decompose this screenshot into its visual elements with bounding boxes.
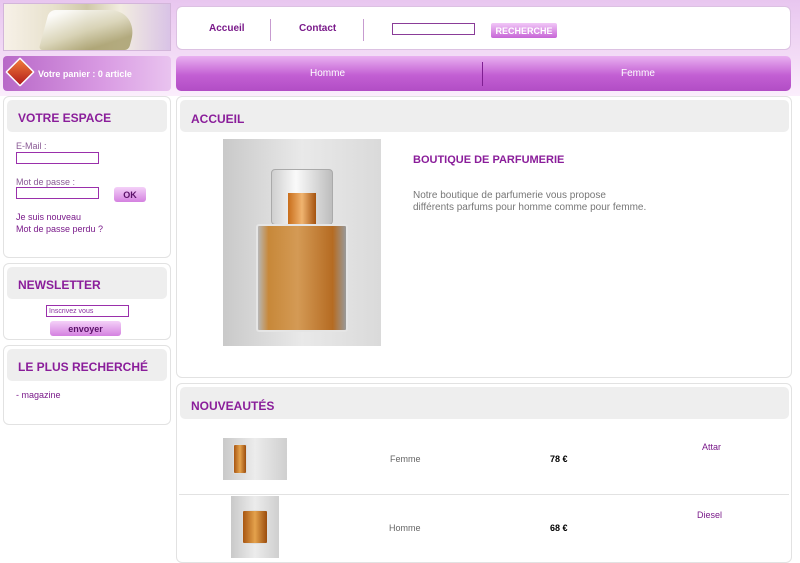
- new-items-title: NOUVEAUTÉS: [191, 399, 275, 413]
- login-ok-button[interactable]: OK: [114, 187, 146, 202]
- product-name-link[interactable]: Attar: [702, 442, 721, 452]
- newsletter-title: NEWSLETTER: [18, 278, 101, 292]
- cart-icon: [5, 57, 35, 87]
- new-user-link[interactable]: Je suis nouveau: [16, 212, 81, 222]
- newsletter-header: NEWSLETTER: [7, 267, 167, 299]
- password-label: Mot de passe :: [16, 177, 76, 187]
- shop-description-line: Notre boutique de parfumerie vous propos…: [413, 190, 606, 201]
- popular-panel: LE PLUS RECHERCHÉ - magazine: [3, 345, 171, 425]
- new-items-header: NOUVEAUTÉS: [180, 387, 789, 419]
- product-category: Femme: [390, 454, 421, 464]
- category-bar: Homme Femme: [176, 56, 791, 91]
- shop-heading: BOUTIQUE DE PARFUMERIE: [413, 154, 565, 166]
- account-title: VOTRE ESPACE: [18, 111, 112, 125]
- newsletter-send-button[interactable]: envoyer: [50, 321, 121, 336]
- featured-perfume-image[interactable]: [223, 139, 381, 346]
- product-name-link[interactable]: Diesel: [697, 510, 722, 520]
- nav-divider: [363, 19, 364, 41]
- popular-header: LE PLUS RECHERCHÉ: [7, 349, 167, 381]
- lost-password-link[interactable]: Mot de passe perdu ?: [16, 224, 103, 234]
- account-panel: VOTRE ESPACE E-Mail : Mot de passe : OK …: [3, 96, 171, 258]
- shop-description-line: différents parfums pour homme comme pour…: [413, 202, 647, 213]
- product-thumbnail[interactable]: [231, 496, 279, 558]
- home-header: ACCUEIL: [180, 100, 789, 132]
- account-header: VOTRE ESPACE: [7, 100, 167, 132]
- popular-title: LE PLUS RECHERCHÉ: [18, 360, 149, 374]
- search-input[interactable]: [392, 23, 475, 35]
- popular-item-magazine[interactable]: - magazine: [16, 390, 61, 400]
- email-field[interactable]: [16, 152, 99, 164]
- category-femme[interactable]: Femme: [621, 68, 655, 79]
- bottle-body: [256, 224, 348, 332]
- nav-contact[interactable]: Contact: [299, 23, 336, 34]
- category-divider: [482, 62, 483, 86]
- nav-accueil[interactable]: Accueil: [209, 23, 245, 34]
- mini-bottle: [233, 444, 247, 474]
- bottle-neck: [288, 193, 316, 225]
- top-navigation: Accueil Contact RECHERCHE: [176, 6, 791, 50]
- password-field[interactable]: [16, 187, 99, 199]
- cart-label: Votre panier : 0 article: [38, 69, 132, 79]
- row-divider: [179, 494, 789, 495]
- newsletter-input[interactable]: [46, 305, 129, 317]
- cart-summary[interactable]: Votre panier : 0 article: [3, 56, 171, 91]
- product-price: 68 €: [550, 523, 568, 533]
- product-price: 78 €: [550, 454, 568, 464]
- newsletter-panel: NEWSLETTER envoyer: [3, 263, 171, 340]
- home-panel: ACCUEIL BOUTIQUE DE PARFUMERIE Notre bou…: [176, 96, 792, 378]
- new-items-panel: NOUVEAUTÉS Femme 78 € Attar Homme 68 € D…: [176, 383, 792, 563]
- email-label: E-Mail :: [16, 141, 47, 151]
- shop-description: Notre boutique de parfumerie vous propos…: [413, 190, 713, 214]
- product-category: Homme: [389, 523, 421, 533]
- nav-divider: [270, 19, 271, 41]
- category-homme[interactable]: Homme: [310, 68, 345, 79]
- logo-image[interactable]: [3, 3, 171, 51]
- mini-bottle: [242, 510, 268, 544]
- home-title: ACCUEIL: [191, 112, 245, 126]
- product-thumbnail[interactable]: [223, 438, 287, 480]
- perfume-bottle-image: [38, 10, 140, 50]
- search-button[interactable]: RECHERCHE: [491, 23, 557, 38]
